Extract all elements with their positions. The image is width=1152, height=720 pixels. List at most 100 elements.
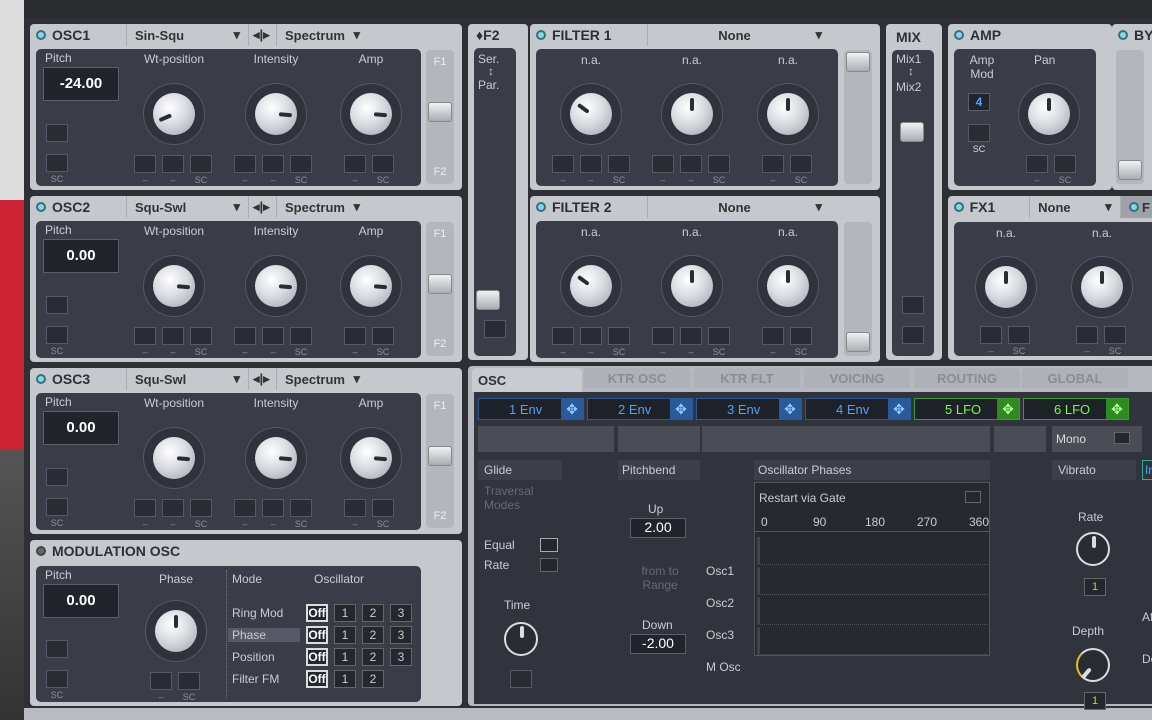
mod-slot[interactable] [652, 327, 674, 345]
mod-slot[interactable] [344, 499, 366, 517]
mod-slot[interactable] [1104, 326, 1126, 344]
fader-handle[interactable] [476, 290, 500, 310]
mod-option-1[interactable]: 1 [334, 670, 356, 688]
mod-slot[interactable] [372, 499, 394, 517]
vibrato-rate-value[interactable]: 1 [1084, 578, 1106, 596]
power-led[interactable] [536, 30, 546, 40]
knob-intensity[interactable] [255, 93, 297, 135]
mod-option-3[interactable]: 3 [390, 604, 412, 622]
phase-knob[interactable] [155, 610, 197, 652]
fader-handle[interactable] [428, 274, 452, 294]
amp-mod-value[interactable]: 4 [968, 93, 990, 111]
mod-slot[interactable] [190, 499, 212, 517]
fader[interactable] [1116, 50, 1144, 184]
mod-slot[interactable] [262, 155, 284, 173]
power-led[interactable] [36, 374, 46, 384]
mod-slot[interactable] [708, 327, 730, 345]
mod-slot[interactable] [608, 155, 630, 173]
tab-voicing[interactable]: VOICING [804, 368, 910, 388]
power-led[interactable] [36, 30, 46, 40]
mod-slot[interactable] [46, 498, 68, 516]
fader-handle[interactable] [846, 332, 870, 352]
power-led[interactable] [36, 202, 46, 212]
fx-knob[interactable] [1081, 266, 1123, 308]
glide-time-knob[interactable] [504, 622, 538, 656]
fader[interactable] [844, 222, 872, 356]
tab-osc[interactable]: OSC [472, 368, 582, 392]
mod-slot[interactable] [980, 326, 1002, 344]
mod-source-3env[interactable]: 3 Env ✥ [696, 398, 802, 420]
pitch-display[interactable]: 0.00 [43, 584, 119, 618]
knob-intensity[interactable] [255, 265, 297, 307]
equal-toggle[interactable] [540, 538, 558, 552]
filter-knob[interactable] [570, 93, 612, 135]
drag-move-icon[interactable]: ✥ [561, 399, 583, 419]
drag-move-icon[interactable]: ✥ [779, 399, 801, 419]
mod-source-4env[interactable]: 4 Env ✥ [805, 398, 911, 420]
mod-slot[interactable] [134, 155, 156, 173]
mod-slot[interactable] [1026, 155, 1048, 173]
mod-slot[interactable] [262, 499, 284, 517]
mod-source-6lfo[interactable]: 6 LFO ✥ [1023, 398, 1129, 420]
mode-dropdown[interactable]: Spectrum ▾ [276, 368, 368, 390]
restart-toggle[interactable] [965, 491, 981, 503]
mod-option-off[interactable]: Off [306, 670, 328, 688]
mod-option-1[interactable]: 1 [334, 648, 356, 666]
fx-type-dropdown[interactable]: None ▾ [1029, 196, 1119, 218]
wavetable-dropdown[interactable]: Squ-Swl ▾ [126, 368, 248, 390]
mod-option-2[interactable]: 2 [362, 670, 384, 688]
wavetable-dropdown[interactable]: Squ-Swl ▾ [126, 196, 248, 218]
fader-handle[interactable] [428, 446, 452, 466]
vibrato-depth-value[interactable]: 1 [1084, 692, 1106, 710]
vibrato-rate-knob[interactable] [1076, 532, 1110, 566]
pitchbend-down-value[interactable]: -2.00 [630, 634, 686, 654]
knob-amp[interactable] [350, 93, 392, 135]
mod-slot[interactable] [162, 499, 184, 517]
knob-intensity[interactable] [255, 437, 297, 479]
mod-slot[interactable] [708, 155, 730, 173]
filter-knob[interactable] [767, 93, 809, 135]
filter-type-dropdown[interactable]: None ▾ [647, 24, 830, 46]
phase-row-slider[interactable] [757, 537, 987, 565]
mod-option-3[interactable]: 3 [390, 626, 412, 644]
mod-slot[interactable] [190, 155, 212, 173]
mod-slot[interactable] [790, 327, 812, 345]
power-led[interactable] [954, 202, 964, 212]
mod-slot[interactable] [680, 327, 702, 345]
filter-knob[interactable] [767, 265, 809, 307]
fader-handle[interactable] [1118, 160, 1142, 180]
mod-slot[interactable] [190, 327, 212, 345]
wavetable-arrows[interactable]: ◂|▸ [248, 196, 276, 218]
power-led[interactable] [536, 202, 546, 212]
power-led[interactable] [954, 30, 964, 40]
mod-slot[interactable] [46, 468, 68, 486]
tab-routing[interactable]: ROUTING [914, 368, 1020, 388]
phase-row-slider[interactable] [757, 567, 987, 595]
mod-slot[interactable] [46, 296, 68, 314]
mod-slot[interactable] [552, 155, 574, 173]
mod-option-2[interactable]: 2 [362, 648, 384, 666]
mod-slot[interactable] [902, 326, 924, 344]
mod-slot[interactable] [46, 670, 68, 688]
mod-option-2[interactable]: 2 [362, 604, 384, 622]
pitch-display[interactable]: -24.00 [43, 67, 119, 101]
mod-source-1env[interactable]: 1 Env ✥ [478, 398, 584, 420]
in-tab[interactable]: In [1142, 460, 1152, 480]
mod-option-2[interactable]: 2 [362, 626, 384, 644]
mod-slot[interactable] [484, 320, 506, 338]
fader[interactable] [844, 50, 872, 184]
drag-move-icon[interactable]: ✥ [670, 399, 692, 419]
mod-slot[interactable] [344, 155, 366, 173]
mod-slot[interactable] [510, 670, 532, 688]
mod-slot[interactable] [372, 327, 394, 345]
pitchbend-up-value[interactable]: 2.00 [630, 518, 686, 538]
fx2-tab[interactable]: F [1119, 196, 1152, 218]
mod-slot[interactable] [46, 124, 68, 142]
knob-wt-position[interactable] [153, 93, 195, 135]
wavetable-arrows[interactable]: ◂|▸ [248, 24, 276, 46]
phase-row-slider[interactable] [757, 627, 987, 655]
mod-slot[interactable] [762, 155, 784, 173]
knob-wt-position[interactable] [153, 265, 195, 307]
pitch-display[interactable]: 0.00 [43, 411, 119, 445]
mono-toggle[interactable] [1114, 432, 1130, 444]
